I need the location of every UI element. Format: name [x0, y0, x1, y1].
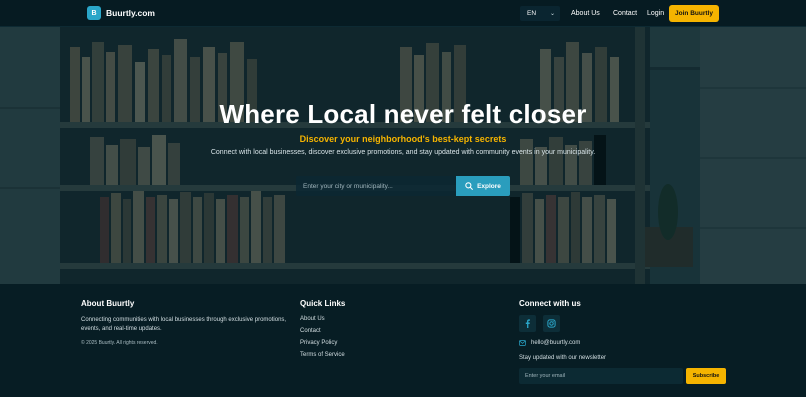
- language-value: EN: [527, 10, 537, 17]
- newsletter-email-input[interactable]: [519, 368, 683, 384]
- explore-label: Explore: [477, 182, 501, 190]
- hero-title: Where Local never felt closer: [219, 99, 587, 129]
- newsletter-label: Stay updated with our newsletter: [519, 355, 607, 361]
- instagram-button[interactable]: [543, 315, 560, 332]
- footer-about-heading: About Buurtly: [81, 299, 135, 308]
- footer-link-contact[interactable]: Contact: [300, 328, 321, 334]
- city-search-input[interactable]: [296, 176, 456, 196]
- join-button[interactable]: Join Buurtly: [669, 5, 719, 22]
- email-address: hello@buurtly.com: [531, 340, 581, 346]
- hero-description: Connect with local businesses, discover …: [210, 149, 596, 156]
- nav-contact-link[interactable]: Contact: [613, 10, 637, 17]
- footer-about-description: Connecting communities with local busine…: [81, 317, 287, 332]
- subscribe-button[interactable]: Subscribe: [686, 368, 726, 384]
- footer-copyright: © 2025 Buurtly. All rights reserved.: [81, 340, 158, 346]
- brand[interactable]: B Buurtly.com: [87, 6, 155, 20]
- facebook-button[interactable]: [519, 315, 536, 332]
- instagram-icon: [547, 319, 556, 328]
- explore-button[interactable]: Explore: [456, 176, 510, 196]
- mail-icon: [519, 340, 526, 346]
- facebook-icon: [525, 319, 530, 328]
- footer: About Buurtly Connecting communities wit…: [0, 284, 806, 397]
- nav-login-link[interactable]: Login: [647, 10, 664, 17]
- chevron-down-icon: ⌄: [549, 11, 555, 17]
- footer-link-terms[interactable]: Terms of Service: [300, 352, 345, 358]
- top-navbar: B Buurtly.com EN ⌄ About Us Contact Logi…: [0, 0, 806, 27]
- brand-name: Buurtly.com: [106, 8, 155, 18]
- footer-connect-heading: Connect with us: [519, 299, 581, 308]
- footer-link-about[interactable]: About Us: [300, 316, 325, 322]
- search-icon: [465, 182, 473, 190]
- nav-about-link[interactable]: About Us: [571, 10, 600, 17]
- logo-icon: B: [87, 6, 101, 20]
- hero-subtitle: Discover your neighborhood's best-kept s…: [299, 134, 507, 144]
- footer-link-privacy[interactable]: Privacy Policy: [300, 340, 337, 346]
- footer-quick-links-heading: Quick Links: [300, 299, 346, 308]
- footer-email[interactable]: hello@buurtly.com: [519, 340, 580, 346]
- language-select[interactable]: EN ⌄: [520, 6, 560, 21]
- hero-section: Where Local never felt closer Discover y…: [0, 27, 806, 284]
- hero-content: Where Local never felt closer Discover y…: [0, 27, 806, 284]
